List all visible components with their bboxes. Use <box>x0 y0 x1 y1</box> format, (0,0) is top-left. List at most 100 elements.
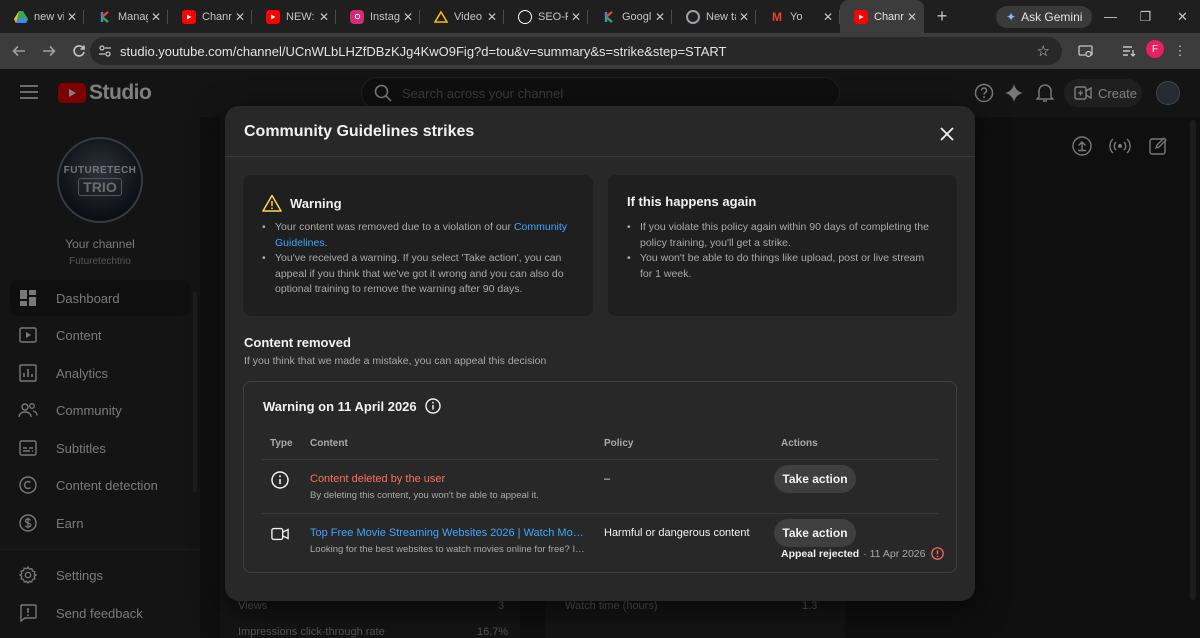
browser-tab[interactable]: Googl ✕ <box>588 0 672 33</box>
tab-title: Video <box>454 10 482 23</box>
content-removed-subtitle: If you think that we made a mistake, you… <box>244 355 547 367</box>
openai-favicon-icon <box>518 9 532 24</box>
tab-list: new vi✕Manag✕Chann✕NEW: ✕Instag✕Video ✕S… <box>0 0 924 33</box>
browser-tab[interactable]: Video ✕ <box>420 0 504 33</box>
take-action-button[interactable]: Take action <box>774 465 856 493</box>
error-icon[interactable] <box>931 547 945 560</box>
browser-toolbar: studio.youtube.com/channel/UCnWLbLHZfDBz… <box>0 33 1200 69</box>
column-header-actions: Actions <box>781 438 818 449</box>
column-header-type: Type <box>270 438 293 449</box>
dialog-divider <box>225 156 975 157</box>
row-1-policy: – <box>604 473 611 485</box>
address-bar[interactable]: studio.youtube.com/channel/UCnWLbLHZfDBz… <box>90 37 1062 65</box>
close-tab-icon[interactable]: ✕ <box>820 10 836 24</box>
warning-bullet-2: You've received a warning. If you select… <box>262 251 575 298</box>
browser-tab[interactable]: new vi ✕ <box>0 0 84 33</box>
close-window-button[interactable]: ✕ <box>1160 0 1200 33</box>
colorful-favicon-icon <box>98 10 112 24</box>
close-tab-icon[interactable]: ✕ <box>232 10 248 24</box>
content-removed-title: Content removed <box>244 335 351 350</box>
warning-icon <box>262 194 282 212</box>
drive-favicon-icon <box>14 10 28 24</box>
browser-tab[interactable]: Chann ✕ <box>168 0 252 33</box>
close-tab-icon[interactable]: ✕ <box>148 10 164 24</box>
warning-card: Warning Your content was removed due to … <box>243 175 593 316</box>
table-row-divider <box>262 513 938 514</box>
tab-title: Instag <box>370 10 400 23</box>
appeal-status: Appeal rejected · 11 Apr 2026 <box>781 547 945 560</box>
tab-title: Chann <box>874 10 904 23</box>
happens-again-card: If this happens again If you violate thi… <box>608 175 957 316</box>
chrome-favicon-icon <box>686 9 700 24</box>
close-tab-icon[interactable]: ✕ <box>568 10 584 24</box>
appeal-status-text: Appeal rejected <box>781 547 860 560</box>
tab-title: Googl <box>622 10 652 23</box>
reading-list-icon[interactable] <box>1118 40 1140 62</box>
forward-arrow-icon <box>43 45 56 57</box>
browser-profile-avatar[interactable]: F <box>1146 40 1164 58</box>
appeal-date: · 11 Apr 2026 <box>863 547 926 560</box>
gemini-icon: ✦ <box>1006 10 1017 24</box>
browser-tab[interactable]: New ta✕ <box>672 0 756 33</box>
row-1-title: Content deleted by the user <box>310 473 446 485</box>
new-tab-button[interactable]: + <box>928 6 956 27</box>
instagram-favicon-icon <box>350 9 364 24</box>
tab-title: NEW: <box>286 10 315 23</box>
strikes-dialog: Community Guidelines strikes Warning You… <box>225 106 975 601</box>
warning-bullet-1: Your content was removed due to a violat… <box>262 220 575 251</box>
ask-gemini-button[interactable]: ✦ Ask Gemini <box>996 6 1093 28</box>
close-tab-icon[interactable]: ✕ <box>316 10 332 24</box>
warning-heading: Warning <box>290 195 342 211</box>
colorful-favicon-icon <box>602 10 616 24</box>
strike-table: Warning on 11 April 2026 Type Content Po… <box>243 381 957 573</box>
browser-tab[interactable]: Chann ✕ <box>840 0 924 33</box>
tab-title: SEO-Fr <box>538 10 568 23</box>
column-header-content: Content <box>310 438 348 449</box>
close-tab-icon[interactable]: ✕ <box>736 10 752 24</box>
close-tab-icon[interactable]: ✕ <box>652 10 668 24</box>
close-tab-icon[interactable]: ✕ <box>904 10 920 24</box>
tab-title: Chann <box>202 10 232 23</box>
browser-tab[interactable]: M Yo ✕ <box>756 0 840 33</box>
row-2-subtitle: Looking for the best websites to watch m… <box>310 544 588 555</box>
info-icon[interactable] <box>424 398 441 414</box>
info-icon <box>271 471 289 489</box>
tab-title: Manag <box>118 10 148 23</box>
browser-tab[interactable]: Instag ✕ <box>336 0 420 33</box>
close-icon <box>940 127 954 141</box>
tab-title: Yo <box>790 10 803 23</box>
close-dialog-button[interactable] <box>933 120 961 148</box>
reload-icon <box>73 45 85 57</box>
youtube-favicon-icon <box>266 9 280 24</box>
happens-again-heading: If this happens again <box>627 194 757 209</box>
cast-icon[interactable] <box>1074 40 1096 62</box>
take-action-button[interactable]: Take action <box>774 519 856 547</box>
video-icon <box>271 525 289 543</box>
youtube-favicon-icon <box>854 9 868 24</box>
warning-date-title: Warning on 11 April 2026 <box>263 398 417 414</box>
close-tab-icon[interactable]: ✕ <box>484 10 500 24</box>
back-arrow-icon <box>12 45 25 57</box>
again-bullet-1: If you violate this policy again within … <box>627 220 935 251</box>
row-1-subtitle: By deleting this content, you won't be a… <box>310 490 539 501</box>
url-text: studio.youtube.com/channel/UCnWLbLHZfDBz… <box>120 43 727 59</box>
bookmark-star-icon[interactable]: ☆ <box>1037 42 1050 60</box>
close-tab-icon[interactable]: ✕ <box>400 10 416 24</box>
dialog-title: Community Guidelines strikes <box>244 123 475 140</box>
column-header-policy: Policy <box>604 438 634 449</box>
site-info-icon[interactable] <box>90 44 120 58</box>
back-button[interactable] <box>4 36 34 66</box>
browser-tab[interactable]: NEW: ✕ <box>252 0 336 33</box>
browser-tab[interactable]: Manag✕ <box>84 0 168 33</box>
youtube-favicon-icon <box>182 9 196 24</box>
browser-menu-icon[interactable]: ⋮ <box>1172 40 1188 62</box>
tab-title: New ta <box>706 10 736 23</box>
tab-title: new vi <box>34 10 64 23</box>
again-bullet-2: You won't be able to do things like uplo… <box>627 251 935 282</box>
forward-button[interactable] <box>34 36 64 66</box>
row-2-video-title-link[interactable]: Top Free Movie Streaming Websites 2026 |… <box>310 527 588 539</box>
browser-tab[interactable]: SEO-Fr✕ <box>504 0 588 33</box>
gmail-favicon-icon: M <box>772 9 782 24</box>
close-tab-icon[interactable]: ✕ <box>64 10 80 24</box>
warning-favicon-icon <box>434 10 448 24</box>
